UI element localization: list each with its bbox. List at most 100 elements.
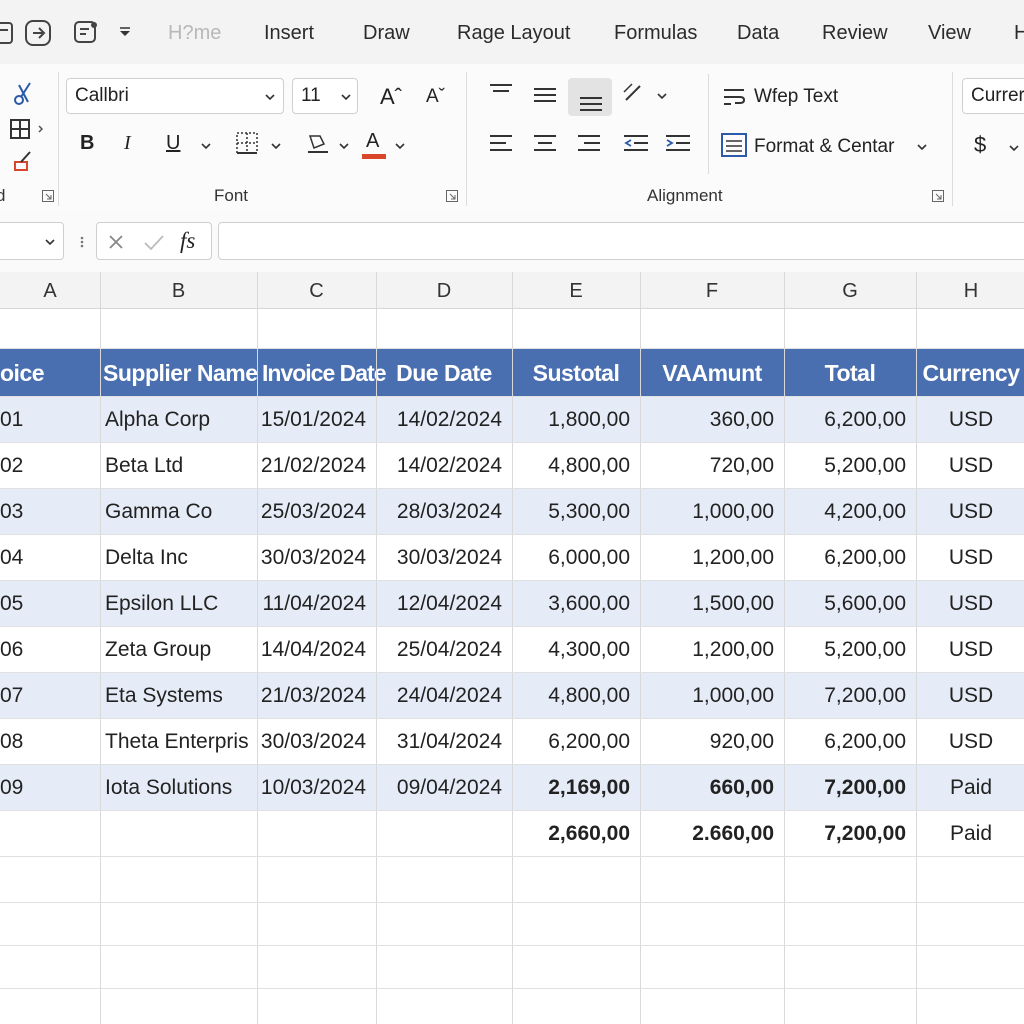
insert-function-button[interactable]: fs — [180, 228, 195, 254]
tab-data[interactable]: Data — [737, 22, 779, 45]
column-header-f[interactable]: F — [640, 280, 784, 303]
column-header-d[interactable]: D — [376, 280, 512, 303]
cell-currency[interactable]: USD — [916, 443, 1024, 489]
cell-currency[interactable]: Paid — [916, 811, 1024, 857]
align-center-icon[interactable] — [532, 132, 558, 156]
cell-due-date[interactable]: 14/02/2024 — [376, 443, 512, 489]
tab-page-layout[interactable]: Rage Layout — [457, 22, 570, 45]
cell-currency[interactable]: USD — [916, 719, 1024, 765]
cell-total[interactable]: 6,200,00 — [784, 535, 916, 581]
customize-icon[interactable] — [72, 18, 102, 48]
cell-vat-amount[interactable]: 1,000,00 — [640, 673, 784, 719]
cell-total[interactable]: 6,200,00 — [784, 397, 916, 443]
cell-invoice-date[interactable]: 25/03/2024 — [257, 489, 376, 535]
cell-invoice-date[interactable]: 14/04/2024 — [257, 627, 376, 673]
cell-supplier-name[interactable]: Eta Systems — [100, 673, 257, 719]
cell-invoice-id[interactable]: 06 — [0, 627, 100, 673]
cell-due-date[interactable]: 31/04/2024 — [376, 719, 512, 765]
orientation-icon[interactable] — [620, 80, 650, 108]
header-vat-amount[interactable]: VAAmunt — [640, 348, 784, 396]
header-total[interactable]: Total — [784, 348, 916, 396]
align-top-icon[interactable] — [488, 82, 514, 104]
column-header-g[interactable]: G — [784, 280, 916, 303]
tab-formulas[interactable]: Formulas — [614, 22, 697, 45]
cell-total[interactable]: 5,600,00 — [784, 581, 916, 627]
tab-review[interactable]: Review — [822, 22, 888, 45]
increase-indent-icon[interactable] — [664, 132, 692, 156]
cell-vat-amount[interactable]: 1,200,00 — [640, 535, 784, 581]
cell-total[interactable]: 7,200,00 — [784, 811, 916, 857]
chevron-down-icon[interactable] — [200, 142, 212, 150]
cell-vat-amount[interactable]: 1,200,00 — [640, 627, 784, 673]
column-header-c[interactable]: C — [257, 280, 376, 303]
cell-invoice-date[interactable] — [257, 811, 376, 857]
number-format-dropdown[interactable]: Currer — [962, 78, 1024, 114]
cell-invoice-id[interactable]: 01 — [0, 397, 100, 443]
tab-draw[interactable]: Draw — [363, 22, 410, 45]
cell-subtotal[interactable]: 6,000,00 — [512, 535, 640, 581]
cell-total[interactable]: 7,200,00 — [784, 673, 916, 719]
cell-total[interactable]: 5,200,00 — [784, 443, 916, 489]
cell-subtotal[interactable]: 5,300,00 — [512, 489, 640, 535]
cell-supplier-name[interactable]: Epsilon LLC — [100, 581, 257, 627]
cell-currency[interactable]: USD — [916, 627, 1024, 673]
cell-due-date[interactable] — [376, 811, 512, 857]
redo-icon[interactable] — [24, 18, 54, 48]
cut-icon[interactable] — [10, 80, 36, 108]
format-painter-icon[interactable] — [10, 148, 38, 176]
fill-color-icon[interactable] — [304, 130, 332, 156]
chevron-down-icon[interactable] — [1008, 144, 1020, 152]
merge-center-button[interactable]: Format & Centar — [754, 136, 894, 158]
cell-total[interactable]: 7,200,00 — [784, 765, 916, 811]
column-header-h[interactable]: H — [916, 280, 1024, 303]
header-currency[interactable]: Currency — [916, 348, 1024, 396]
cell-supplier-name[interactable] — [100, 811, 257, 857]
shrink-font-button[interactable]: Aˇ — [426, 86, 445, 108]
chevron-down-icon[interactable] — [44, 238, 56, 246]
underline-button[interactable]: U — [166, 132, 180, 155]
alignment-launcher-icon[interactable] — [932, 190, 944, 202]
cell-due-date[interactable]: 09/04/2024 — [376, 765, 512, 811]
tab-help[interactable]: H — [1014, 22, 1024, 45]
formula-input[interactable] — [218, 222, 1024, 260]
cell-due-date[interactable]: 30/03/2024 — [376, 535, 512, 581]
cell-due-date[interactable]: 24/04/2024 — [376, 673, 512, 719]
cell-total[interactable]: 4,200,00 — [784, 489, 916, 535]
italic-button[interactable]: I — [124, 132, 131, 155]
header-due-date[interactable]: Due Date — [376, 348, 512, 396]
cell-subtotal[interactable]: 6,200,00 — [512, 719, 640, 765]
more-options-icon[interactable] — [76, 234, 88, 250]
cell-currency[interactable]: Paid — [916, 765, 1024, 811]
column-header-a[interactable]: A — [0, 280, 100, 303]
cell-currency[interactable]: USD — [916, 489, 1024, 535]
cell-vat-amount[interactable]: 660,00 — [640, 765, 784, 811]
cell-due-date[interactable]: 25/04/2024 — [376, 627, 512, 673]
cell-vat-amount[interactable]: 1,000,00 — [640, 489, 784, 535]
cell-subtotal[interactable]: 2,169,00 — [512, 765, 640, 811]
cell-invoice-id[interactable]: 05 — [0, 581, 100, 627]
cell-supplier-name[interactable]: Gamma Co — [100, 489, 257, 535]
cell-due-date[interactable]: 14/02/2024 — [376, 397, 512, 443]
tab-insert[interactable]: Insert — [264, 22, 314, 45]
cell-invoice-date[interactable]: 21/03/2024 — [257, 673, 376, 719]
header-subtotal[interactable]: Sustotal — [512, 348, 640, 396]
cell-vat-amount[interactable]: 360,00 — [640, 397, 784, 443]
bold-button[interactable]: B — [80, 132, 94, 155]
cell-subtotal[interactable]: 2,660,00 — [512, 811, 640, 857]
align-middle-icon[interactable] — [532, 84, 558, 106]
copy-icon[interactable] — [8, 116, 46, 144]
align-right-icon[interactable] — [576, 132, 602, 156]
cell-invoice-id[interactable]: 08 — [0, 719, 100, 765]
header-invoice-date[interactable]: Invoice Date — [262, 348, 386, 396]
cell-invoice-date[interactable]: 30/03/2024 — [257, 535, 376, 581]
chevron-down-icon[interactable] — [270, 142, 282, 150]
cell-total[interactable]: 6,200,00 — [784, 719, 916, 765]
chevron-down-icon[interactable] — [656, 92, 668, 100]
header-supplier-name[interactable]: Supplier Name — [103, 348, 260, 396]
font-launcher-icon[interactable] — [446, 190, 458, 202]
cell-subtotal[interactable]: 4,800,00 — [512, 673, 640, 719]
cell-invoice-date[interactable]: 15/01/2024 — [257, 397, 376, 443]
cell-subtotal[interactable]: 3,600,00 — [512, 581, 640, 627]
clipboard-launcher-icon[interactable] — [42, 190, 54, 202]
cell-supplier-name[interactable]: Alpha Corp — [100, 397, 257, 443]
